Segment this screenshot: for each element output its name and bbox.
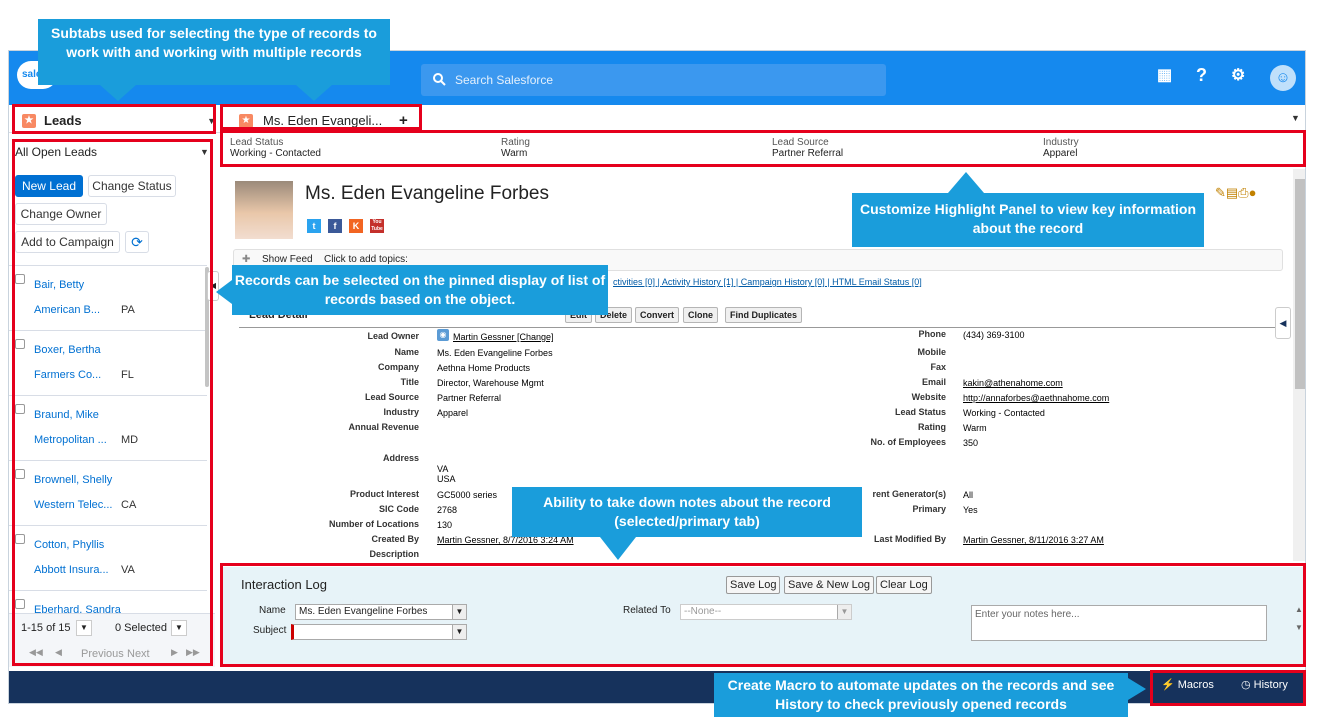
detail-scrollbar[interactable] (1293, 169, 1305, 561)
setup-gear-icon[interactable]: ⚙ (1231, 65, 1245, 85)
clone-button[interactable]: Clone (683, 307, 719, 323)
related-list-links[interactable]: ctivities [0] | Activity History [1] | C… (613, 277, 922, 287)
record-photo (235, 181, 293, 239)
expand-panel-icon[interactable]: ◀ (1275, 307, 1291, 339)
highlight-box-subtab (220, 104, 422, 130)
lead-owner-link[interactable]: Martin Gessner [Change] (453, 332, 554, 342)
callout-records: Records can be selected on the pinned di… (232, 265, 608, 315)
help-icon[interactable]: ? (1196, 65, 1207, 86)
highlight-box-highlight-panel (220, 130, 1306, 167)
search-placeholder: Search Salesforce (455, 73, 554, 87)
facebook-icon[interactable]: f (328, 219, 342, 233)
app-launcher-icon[interactable]: ▦ (1157, 65, 1172, 85)
website-link[interactable]: http://annaforbes@aethnahome.com (963, 393, 1109, 403)
highlight-box-utility-bar (1150, 670, 1306, 706)
user-icon: ◉ (437, 329, 449, 341)
email-link[interactable]: kakin@athenahome.com (963, 378, 1063, 388)
callout-pointer (600, 537, 636, 560)
highlight-box-record-list (12, 139, 213, 666)
record-name: Ms. Eden Evangeline Forbes (305, 183, 549, 204)
twitter-icon[interactable]: t (307, 219, 321, 233)
highlight-box-leads-tab (12, 104, 216, 134)
callout-subtabs: Subtabs used for selecting the type of r… (38, 19, 390, 85)
klout-icon[interactable]: K (349, 219, 363, 233)
callout-pointer (216, 280, 232, 304)
search-icon (433, 73, 446, 86)
callout-macro: Create Macro to automate updates on the … (714, 673, 1128, 717)
convert-button[interactable]: Convert (635, 307, 680, 323)
callout-notes: Ability to take down notes about the rec… (512, 487, 862, 537)
youtube-icon[interactable]: You Tube (370, 219, 384, 233)
callout-pointer (296, 85, 332, 101)
find-duplicates-button[interactable]: Find Duplicates (725, 307, 803, 323)
last-modified-link[interactable]: Martin Gessner, 8/11/2016 3:27 AM (963, 535, 1104, 545)
global-search-input[interactable]: Search Salesforce (421, 64, 886, 96)
record-action-icons[interactable]: ✎▤⎙● (1215, 185, 1256, 201)
callout-pointer (100, 85, 136, 101)
callout-pointer (948, 172, 984, 193)
callout-pointer (1128, 678, 1146, 700)
scrollbar-thumb[interactable] (1295, 179, 1305, 389)
highlight-box-interaction-log (220, 563, 1306, 667)
section-divider (239, 327, 1289, 328)
tab-overflow-chevron-icon[interactable]: ▼ (1291, 113, 1300, 123)
user-avatar[interactable]: ☺ (1270, 65, 1296, 91)
callout-highlight: Customize Highlight Panel to view key in… (852, 193, 1204, 247)
